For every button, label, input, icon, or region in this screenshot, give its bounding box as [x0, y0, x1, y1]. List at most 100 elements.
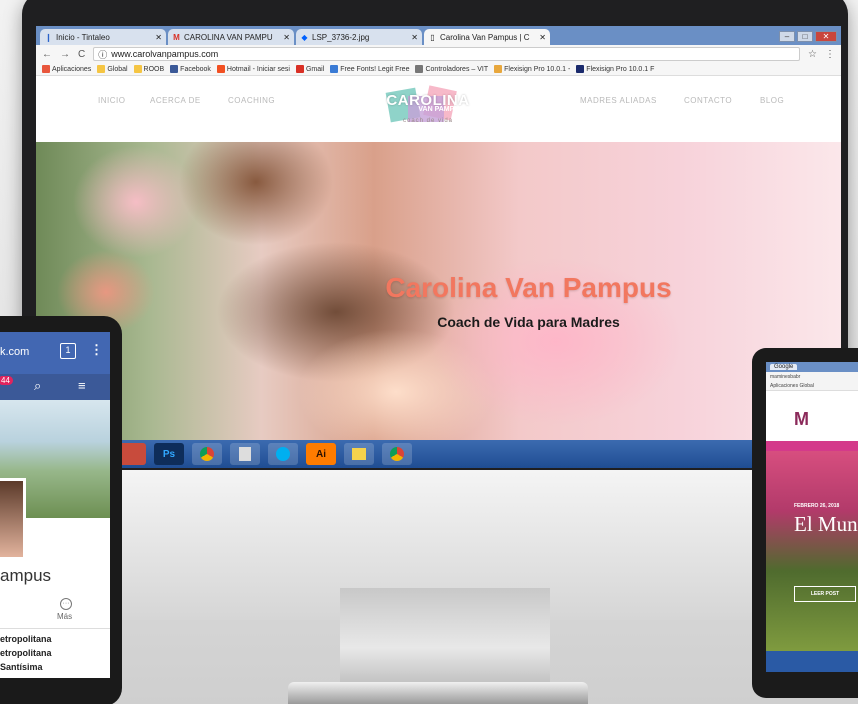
- bookmark-item[interactable]: Flexisign Pro 10.0.1 F: [576, 65, 654, 73]
- minimize-icon[interactable]: –: [779, 31, 795, 42]
- browser-tab-label: Carolina Van Pampus | C: [440, 32, 530, 42]
- browser-tab-label: LSP_3736-2.jpg: [312, 32, 370, 42]
- bookmark-item[interactable]: ROOB: [133, 65, 164, 73]
- nav-link-madres-aliadas[interactable]: MADRES ALIADAS: [580, 96, 657, 105]
- browser-tab[interactable]: ❙ Inicio - Tintaleo ✕: [40, 29, 166, 45]
- bookmark-item[interactable]: Global: [97, 65, 128, 73]
- close-icon[interactable]: ✕: [411, 33, 418, 42]
- maximize-icon[interactable]: □: [797, 31, 813, 42]
- more-menu-icon[interactable]: ⋮: [825, 49, 835, 60]
- post-date: FEBRERO 26, 2018: [794, 503, 840, 509]
- browser-tab[interactable]: Google: [770, 364, 798, 370]
- bookmark-label: Global: [107, 65, 128, 73]
- tablet-taskbar: [766, 651, 858, 672]
- search-icon[interactable]: ⌕: [34, 378, 41, 394]
- photoshop-icon[interactable]: Ps: [154, 443, 184, 465]
- address-bar: ← → C ⓘ www.carolvanpampus.com ☆ ⋮: [36, 45, 841, 63]
- bookmark-label[interactable]: Aplicaciones Global: [770, 383, 814, 389]
- browser-tab[interactable]: M CAROLINA VAN PAMPU ✕: [168, 29, 294, 45]
- folder-icon: [97, 65, 106, 73]
- flexisign-icon: [494, 65, 503, 73]
- monitor-screen: ❙ Inicio - Tintaleo ✕ M CAROLINA VAN PAM…: [36, 26, 841, 468]
- url-text: www.carolvanpampus.com: [111, 49, 219, 59]
- hamburger-icon[interactable]: ≡: [78, 378, 86, 393]
- profile-photo[interactable]: [0, 478, 26, 560]
- more-label[interactable]: Más: [57, 612, 72, 621]
- info-icon: ⓘ: [98, 49, 108, 60]
- url-input[interactable]: ⓘ www.carolvanpampus.com: [93, 47, 801, 61]
- url-text: maminesbabr: [770, 374, 801, 380]
- reload-icon[interactable]: C: [78, 49, 85, 60]
- tablet-hero: [766, 451, 858, 651]
- bookmark-item[interactable]: Aplicaciones: [42, 65, 91, 73]
- folder-icon: [133, 65, 142, 73]
- tablet-address-bar[interactable]: maminesbabr: [766, 372, 858, 382]
- tablet-site-header: M: [766, 391, 858, 451]
- browser-tab[interactable]: ◆ LSP_3736-2.jpg ✕: [296, 29, 422, 45]
- nav-link-contacto[interactable]: CONTACTO: [684, 96, 732, 105]
- bookmark-item[interactable]: Free Fonts! Legit Free: [330, 65, 409, 73]
- window-close-icon[interactable]: ✕: [815, 31, 837, 42]
- bookmarks-bar: Aplicaciones Global ROOB Facebook Hotmai…: [36, 63, 841, 76]
- tablet-bookmarks-bar: Aplicaciones Global: [766, 382, 858, 391]
- gmail-icon: [295, 65, 304, 73]
- profile-name: ampus: [0, 566, 52, 585]
- read-post-button[interactable]: LEER POST: [794, 586, 856, 602]
- windows-taskbar: Ps Ai ES ? ⚑ ▤ ◀): [36, 440, 841, 468]
- notes-icon[interactable]: [344, 443, 374, 465]
- skype-icon[interactable]: [268, 443, 298, 465]
- window-controls: – □ ✕: [779, 31, 837, 42]
- bookmark-item[interactable]: Hotmail - Iniciar sesi: [216, 65, 290, 73]
- close-icon[interactable]: ✕: [155, 33, 162, 42]
- list-item[interactable]: etropolitana: [0, 634, 52, 644]
- list-item[interactable]: Santísima: [0, 662, 43, 672]
- site-logo[interactable]: CAROLINA VAN PAMPUS coach de vida: [385, 85, 470, 132]
- bookmark-label: Facebook: [180, 65, 211, 73]
- logo-tagline: coach de vida: [402, 118, 454, 124]
- nav-link-acerca[interactable]: ACERCA DE: [150, 96, 201, 105]
- browser-tab-active[interactable]: ▯ Carolina Van Pampus | C ✕: [424, 29, 550, 45]
- tablet-screen: Google maminesbabr Aplicaciones Global M…: [766, 362, 858, 672]
- calculator-icon[interactable]: [230, 443, 260, 465]
- forward-icon[interactable]: →: [60, 49, 70, 60]
- fonts-icon: [330, 65, 339, 73]
- site-logo[interactable]: M: [794, 409, 810, 430]
- flexisign-icon: [576, 65, 585, 73]
- close-icon[interactable]: ✕: [283, 33, 290, 42]
- list-item[interactable]: etropolitana: [0, 648, 52, 658]
- facebook-nav-bar: 44 ⌕ ≡: [0, 374, 110, 400]
- bookmark-item[interactable]: Flexisign Pro 10.0.1 -: [494, 65, 570, 73]
- tab-count-icon[interactable]: 1: [60, 343, 76, 359]
- hero-title: Carolina Van Pampus: [385, 272, 672, 303]
- illustrator-icon[interactable]: Ai: [306, 443, 336, 465]
- close-icon[interactable]: ✕: [539, 33, 546, 42]
- notification-badge[interactable]: 44: [0, 376, 13, 385]
- back-icon[interactable]: ←: [42, 49, 52, 60]
- hero-banner: Carolina Van Pampus Coach de Vida para M…: [36, 142, 841, 452]
- bookmark-label: Aplicaciones: [52, 65, 92, 73]
- bookmark-star-icon[interactable]: ☆: [808, 49, 817, 60]
- phone-url[interactable]: k.com: [0, 346, 29, 358]
- windows-icon: [216, 65, 225, 73]
- gmail-icon: M: [173, 32, 180, 42]
- nav-link-blog[interactable]: BLOG: [760, 96, 784, 105]
- bookmark-label: Free Fonts! Legit Free: [340, 65, 410, 73]
- bookmark-item[interactable]: Gmail: [295, 65, 325, 73]
- apps-icon: [42, 65, 50, 73]
- more-icon[interactable]: ···: [60, 598, 72, 610]
- nav-link-inicio[interactable]: INICIO: [98, 96, 125, 105]
- bookmark-label: Hotmail - Iniciar sesi: [226, 65, 290, 73]
- chrome-icon[interactable]: [192, 443, 222, 465]
- bookmark-item[interactable]: Facebook: [170, 65, 211, 73]
- site-header: INICIO ACERCA DE COACHING CAROLINA VAN P…: [36, 76, 841, 142]
- tablet-tab-bar: Google: [766, 362, 858, 372]
- phone-screen: k.com 1 ⋮ 44 ⌕ ≡ ampus ··· Más etropolit…: [0, 332, 110, 678]
- bookmark-item[interactable]: Controladores – VIT: [415, 65, 488, 73]
- bookmark-label: Gmail: [305, 65, 325, 73]
- chrome-icon[interactable]: [382, 443, 412, 465]
- device-mockup-scene: ❙ Inicio - Tintaleo ✕ M CAROLINA VAN PAM…: [0, 0, 858, 704]
- bookmark-label: Controladores – VIT: [425, 65, 489, 73]
- more-menu-icon[interactable]: ⋮: [90, 342, 103, 358]
- post-title[interactable]: El Mun: [794, 512, 858, 537]
- nav-link-coaching[interactable]: COACHING: [228, 96, 275, 105]
